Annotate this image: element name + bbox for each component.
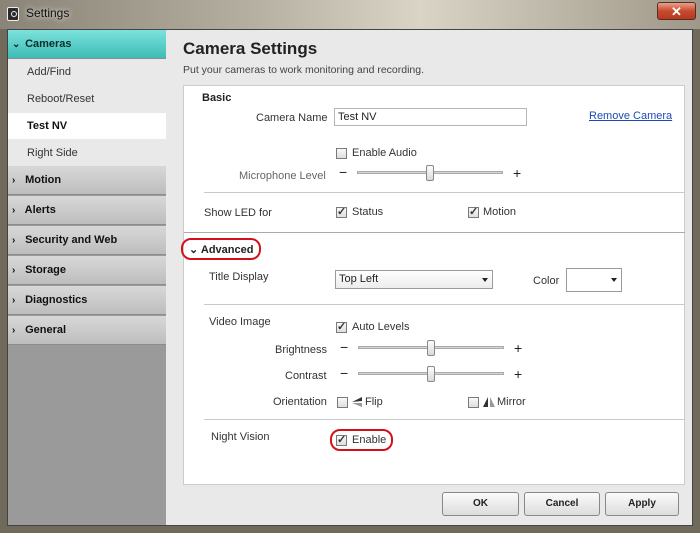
sidebar-category-motion[interactable]: › Motion (8, 166, 166, 195)
night-vision-label: Night Vision (211, 431, 270, 443)
sidebar-item-test-nv[interactable]: Test NV (8, 113, 166, 139)
flip-checkbox[interactable] (337, 397, 348, 408)
brightness-minus-icon[interactable]: − (340, 340, 348, 354)
sidebar-item-reboot-reset[interactable]: Reboot/Reset (8, 86, 166, 112)
brightness-label: Brightness (275, 344, 327, 356)
auto-levels-checkbox[interactable] (336, 320, 347, 333)
sidebar-category-security-and-web[interactable]: › Security and Web (8, 226, 166, 255)
divider (204, 192, 685, 193)
contrast-label: Contrast (285, 370, 327, 382)
chevron-right-icon: › (12, 205, 16, 216)
flip-label: Flip (365, 396, 383, 408)
cancel-button[interactable]: Cancel (524, 492, 600, 516)
enable-audio-checkbox[interactable] (336, 148, 347, 159)
title-display-value: Top Left (339, 273, 379, 285)
settings-panel: Basic Camera Name Test NV Remove Camera … (181, 85, 685, 485)
advanced-heading: Advanced (200, 244, 254, 256)
led-status-checkbox[interactable] (336, 205, 347, 218)
mirror-label: Mirror (497, 396, 526, 408)
contrast-plus-icon[interactable]: + (514, 367, 522, 381)
section-divider (184, 232, 685, 233)
mirror-icon (483, 397, 495, 407)
ok-button[interactable]: OK (442, 492, 519, 516)
sidebar: ⌄ Cameras Add/Find Reboot/Reset Test NV … (8, 30, 167, 525)
dropdown-caret-icon (482, 278, 488, 282)
sidebar-item-right-side[interactable]: Right Side (8, 140, 166, 166)
brightness-plus-icon[interactable]: + (514, 341, 522, 355)
chevron-right-icon: › (12, 325, 16, 336)
sidebar-category-label: Storage (25, 264, 67, 276)
camera-name-input[interactable]: Test NV (334, 108, 527, 126)
microphone-slider-thumb[interactable] (426, 165, 434, 181)
title-display-select[interactable]: Top Left (335, 270, 493, 289)
chevron-right-icon: › (12, 295, 16, 306)
advanced-toggle[interactable]: ⌄ Advanced (189, 243, 253, 256)
window-titlebar: Settings ✕ (0, 0, 700, 29)
divider (204, 419, 685, 420)
sidebar-category-general[interactable]: › General (8, 316, 166, 345)
show-led-label: Show LED for (204, 207, 272, 219)
close-icon: ✕ (671, 4, 682, 19)
page-title: Camera Settings (183, 39, 318, 58)
mirror-checkbox[interactable] (468, 397, 479, 408)
page-subtitle: Put your cameras to work monitoring and … (183, 64, 425, 76)
led-motion-label: Motion (483, 206, 517, 218)
apply-button[interactable]: Apply (605, 492, 679, 516)
sidebar-category-alerts[interactable]: › Alerts (8, 196, 166, 225)
dialog-footer: OK Cancel Apply (183, 488, 685, 523)
flip-icon (352, 397, 362, 407)
orientation-label: Orientation (273, 396, 327, 408)
video-image-label: Video Image (209, 316, 271, 328)
enable-audio-label: Enable Audio (352, 147, 417, 159)
sidebar-category-label: Motion (25, 174, 62, 186)
app-icon (7, 7, 19, 21)
sidebar-item-add-find[interactable]: Add/Find (8, 59, 166, 85)
microphone-plus-icon[interactable]: + (513, 166, 521, 180)
sidebar-category-label: Cameras (25, 38, 72, 50)
chevron-right-icon: › (12, 265, 16, 276)
divider (204, 304, 685, 305)
color-label: Color (533, 275, 560, 287)
sidebar-category-label: General (25, 324, 67, 336)
night-vision-checkbox[interactable] (336, 433, 347, 446)
settings-window: ⌄ Cameras Add/Find Reboot/Reset Test NV … (7, 29, 693, 526)
content-area: Camera Settings Put your cameras to work… (166, 30, 692, 525)
chevron-right-icon: › (12, 175, 16, 186)
led-motion-checkbox[interactable] (468, 205, 479, 218)
chevron-down-icon: ⌄ (12, 39, 21, 50)
color-select[interactable] (566, 268, 622, 292)
camera-name-label: Camera Name (256, 112, 328, 124)
close-button[interactable]: ✕ (657, 2, 696, 20)
basic-heading: Basic (202, 92, 232, 104)
dropdown-caret-icon (611, 278, 617, 282)
microphone-level-label: Microphone Level (239, 170, 326, 182)
window-title: Settings (26, 6, 70, 20)
chevron-down-icon: ⌄ (189, 244, 199, 256)
sidebar-category-diagnostics[interactable]: › Diagnostics (8, 286, 166, 315)
auto-levels-label: Auto Levels (352, 321, 410, 333)
sidebar-category-label: Diagnostics (25, 294, 88, 306)
led-status-label: Status (352, 206, 384, 218)
sidebar-category-storage[interactable]: › Storage (8, 256, 166, 285)
night-vision-enable-label: Enable (352, 434, 387, 446)
sidebar-category-cameras[interactable]: ⌄ Cameras (8, 30, 166, 59)
chevron-right-icon: › (12, 235, 16, 246)
sidebar-category-label: Alerts (24, 204, 56, 216)
microphone-minus-icon[interactable]: − (339, 165, 347, 179)
remove-camera-link[interactable]: Remove Camera (589, 110, 672, 122)
sidebar-category-label: Security and Web (25, 234, 118, 246)
contrast-slider-thumb[interactable] (427, 366, 435, 382)
brightness-slider-thumb[interactable] (427, 340, 435, 356)
title-display-label: Title Display (209, 271, 269, 283)
contrast-minus-icon[interactable]: − (340, 366, 348, 380)
